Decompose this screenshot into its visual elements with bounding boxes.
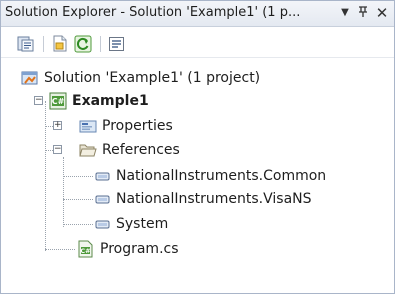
tree-item-references[interactable]: References bbox=[79, 139, 180, 161]
tree-item-program[interactable]: C# Program.cs bbox=[77, 238, 179, 260]
reference-icon bbox=[93, 215, 111, 233]
solution-tree: Solution 'Example1' (1 project) − C# Exa… bbox=[1, 59, 394, 293]
refresh-button[interactable] bbox=[74, 35, 92, 53]
title-bar: Solution Explorer - Solution 'Example1' … bbox=[1, 1, 394, 27]
csharp-project-icon: C# bbox=[49, 92, 67, 110]
tree-item-reference[interactable]: System bbox=[93, 213, 168, 235]
close-icon[interactable]: ✕ bbox=[374, 4, 390, 22]
svg-text:C#: C# bbox=[80, 247, 90, 255]
pin-icon[interactable] bbox=[355, 4, 371, 22]
tree-connector bbox=[63, 199, 93, 200]
tree-connector bbox=[63, 176, 93, 177]
tree-connector bbox=[63, 157, 64, 227]
properties-button[interactable] bbox=[17, 35, 35, 53]
view-code-button[interactable] bbox=[108, 35, 126, 53]
tree-item-label: Solution 'Example1' (1 project) bbox=[44, 70, 261, 86]
tree-item-reference[interactable]: NationalInstruments.VisaNS bbox=[93, 188, 312, 210]
chevron-down-icon[interactable]: ▼ bbox=[337, 4, 353, 22]
tree-expander-references[interactable]: − bbox=[53, 145, 62, 154]
toolbar bbox=[1, 28, 394, 58]
tree-item-label: NationalInstruments.Common bbox=[116, 168, 327, 184]
solution-icon bbox=[21, 69, 39, 87]
tree-item-label: Properties bbox=[102, 118, 173, 134]
toolbar-separator bbox=[100, 36, 101, 52]
view-code-icon bbox=[108, 35, 126, 53]
tree-item-project[interactable]: C# Example1 bbox=[49, 90, 149, 112]
svg-text:C#: C# bbox=[52, 97, 65, 106]
tree-item-label: Example1 bbox=[72, 93, 149, 109]
tree-connector bbox=[45, 249, 75, 250]
tree-item-label: References bbox=[102, 142, 180, 158]
tree-expander-properties[interactable]: + bbox=[53, 121, 62, 130]
refresh-icon bbox=[74, 35, 92, 53]
show-all-files-button[interactable] bbox=[52, 35, 70, 53]
properties-folder-icon bbox=[79, 117, 97, 135]
tree-item-label: Program.cs bbox=[100, 241, 179, 257]
window-title: Solution Explorer - Solution 'Example1' … bbox=[5, 5, 301, 20]
tree-connector bbox=[63, 224, 93, 225]
tree-item-properties[interactable]: Properties bbox=[79, 115, 173, 137]
reference-icon bbox=[93, 190, 111, 208]
tree-item-label: NationalInstruments.VisaNS bbox=[116, 191, 312, 207]
properties-icon bbox=[17, 35, 35, 53]
reference-icon bbox=[93, 167, 111, 185]
tree-item-solution[interactable]: Solution 'Example1' (1 project) bbox=[21, 67, 260, 89]
folder-open-icon bbox=[79, 141, 97, 159]
csharp-file-icon: C# bbox=[77, 240, 95, 258]
toolbar-separator bbox=[43, 36, 44, 52]
show-all-files-icon bbox=[52, 35, 70, 53]
solution-explorer-window: Solution Explorer - Solution 'Example1' … bbox=[0, 0, 395, 294]
tree-item-label: System bbox=[116, 216, 169, 232]
tree-expander-project[interactable]: − bbox=[34, 96, 43, 105]
tree-connector bbox=[45, 101, 46, 251]
tree-item-reference[interactable]: NationalInstruments.Common bbox=[93, 165, 326, 187]
